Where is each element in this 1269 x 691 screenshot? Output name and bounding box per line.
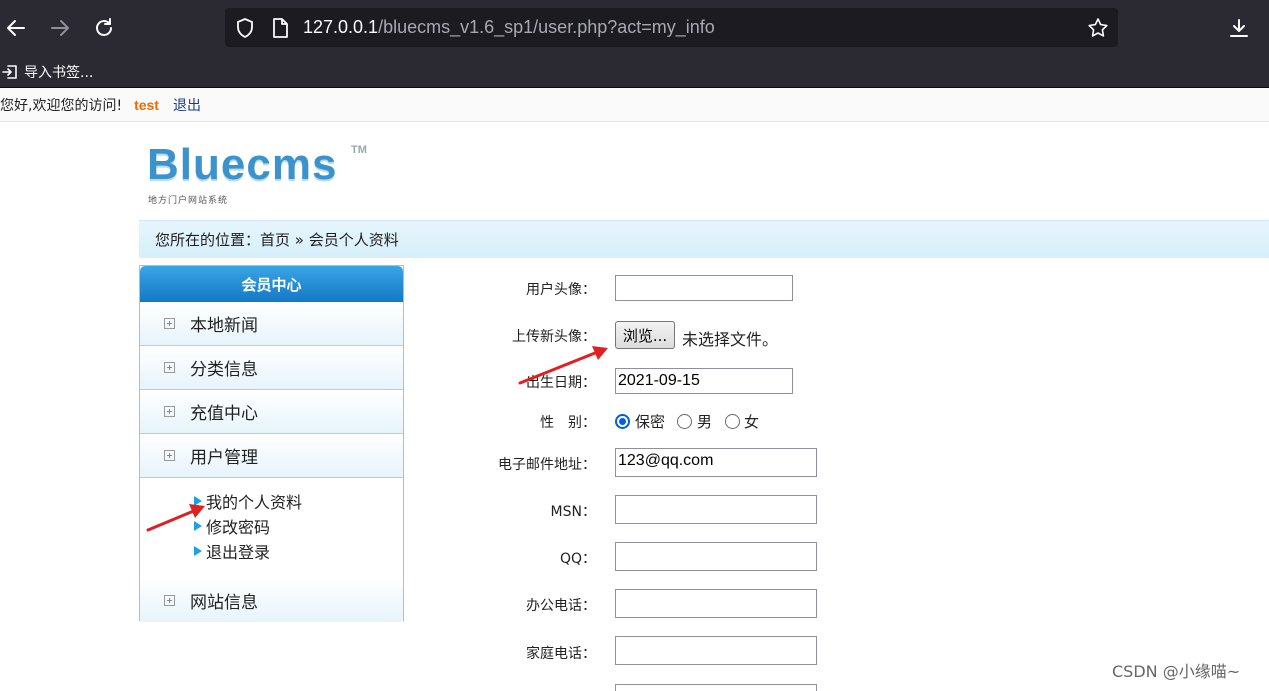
qq-input[interactable] [615, 542, 817, 571]
logout-link[interactable]: 退出 [173, 95, 201, 115]
gender-label: 性 别： [540, 415, 596, 431]
annotation-arrow-my-info [146, 504, 205, 532]
welcome-greeting: 您好,欢迎您的访问! [0, 97, 123, 114]
email-input[interactable]: 123@qq.com [615, 448, 817, 477]
bookmarks-bar: 导入书签... [0, 56, 1269, 88]
gender-option-label: 男 [697, 413, 713, 431]
no-file-text: 未选择文件。 [682, 330, 779, 349]
sidebar-item-site-info[interactable]: 网站信息 [140, 578, 403, 622]
expand-plus-icon [164, 318, 175, 329]
shield-icon [237, 18, 253, 39]
browser-toolbar: 127.0.0.1/bluecms_v1.6_sp1/user.php?act=… [0, 0, 1269, 56]
sidebar-item-label: 网站信息 [190, 592, 258, 613]
expand-plus-icon [164, 594, 175, 606]
sidebar-title: 会员中心 [140, 266, 403, 302]
triangle-right-icon [194, 545, 202, 556]
logo-name: Bluecms [147, 140, 338, 189]
birthday-input[interactable]: 2021-09-15 [615, 368, 793, 394]
downloads-button[interactable] [1225, 14, 1253, 42]
url-host: 127.0.0.1 [303, 17, 379, 37]
url-bar[interactable]: 127.0.0.1/bluecms_v1.6_sp1/user.php?act=… [225, 8, 1118, 47]
csdn-watermark: CSDN @小缘喵~ [1112, 662, 1241, 681]
avatar-field[interactable] [615, 275, 793, 301]
download-icon [1230, 19, 1248, 37]
sidebar-item-label: 本地新闻 [190, 316, 258, 336]
submenu-my-info[interactable]: 我的个人资料 [194, 488, 403, 513]
next-input-partial[interactable] [615, 684, 817, 691]
sidebar-item-label: 分类信息 [190, 360, 258, 380]
member-sidebar: 会员中心 本地新闻 分类信息 充值中心 用户管理 我的个人资料 修改密码 退出登… [139, 265, 404, 622]
gender-radio-secret[interactable] [615, 414, 630, 429]
home-phone-label: 家庭电话： [526, 646, 596, 662]
sidebar-item-label: 用户管理 [190, 448, 258, 468]
page-icon [273, 18, 288, 38]
qq-label: QQ： [559, 551, 596, 567]
logo-tagline: 地方门户网站系统 [148, 196, 229, 206]
arrow-right-icon [51, 20, 69, 36]
sidebar-item-recharge[interactable]: 充值中心 [140, 390, 403, 434]
logo-trademark: TM [351, 144, 367, 156]
submenu-change-password[interactable]: 修改密码 [194, 513, 403, 538]
star-icon[interactable] [1087, 17, 1109, 39]
submenu-label: 修改密码 [206, 517, 271, 537]
msn-label: MSN： [550, 504, 596, 520]
url-text: 127.0.0.1/bluecms_v1.6_sp1/user.php?act=… [303, 17, 715, 38]
sidebar-item-classifieds[interactable]: 分类信息 [140, 346, 403, 390]
gender-option-label: 女 [744, 413, 760, 431]
gender-option-label: 保密 [635, 413, 666, 431]
username-link[interactable]: test [134, 97, 159, 113]
import-bookmarks-item[interactable]: 导入书签... [2, 61, 93, 83]
expand-plus-icon [164, 362, 175, 373]
sidebar-item-label: 充值中心 [190, 404, 258, 424]
office-phone-label: 办公电话： [526, 598, 596, 614]
sidebar-item-user-management[interactable]: 用户管理 [140, 434, 403, 478]
gender-radio-female[interactable] [725, 414, 740, 429]
arrow-left-icon [7, 20, 25, 36]
expand-plus-icon [164, 406, 175, 417]
browse-button[interactable]: 浏览... [615, 321, 675, 349]
email-label: 电子邮件地址： [498, 457, 596, 473]
gender-radio-male[interactable] [677, 414, 692, 429]
avatar-label: 用户头像： [526, 282, 596, 298]
office-phone-input[interactable] [615, 589, 817, 618]
site-logo[interactable]: Bluecms TM 地方门户网站系统 [145, 140, 385, 212]
annotation-arrow-upload [518, 346, 608, 385]
sidebar-item-local-news[interactable]: 本地新闻 [140, 302, 403, 346]
submenu-label: 我的个人资料 [206, 492, 303, 512]
msn-input[interactable] [615, 495, 817, 524]
home-phone-input[interactable] [615, 636, 817, 665]
reload-icon [96, 18, 112, 36]
expand-plus-icon [164, 450, 175, 461]
reload-button[interactable] [90, 14, 118, 42]
welcome-bar: 您好,欢迎您的访问! test 退出 [0, 88, 1269, 122]
back-button[interactable] [2, 14, 30, 42]
import-icon [2, 65, 17, 79]
forward-button[interactable] [46, 14, 74, 42]
url-path: /bluecms_v1.6_sp1/user.php?act=my_info [378, 17, 715, 37]
breadcrumb: 您所在的位置：首页 » 会员个人资料 [139, 220, 1269, 258]
submenu-logout[interactable]: 退出登录 [194, 538, 403, 563]
import-bookmarks-label: 导入书签... [24, 65, 94, 81]
submenu-label: 退出登录 [206, 542, 271, 562]
